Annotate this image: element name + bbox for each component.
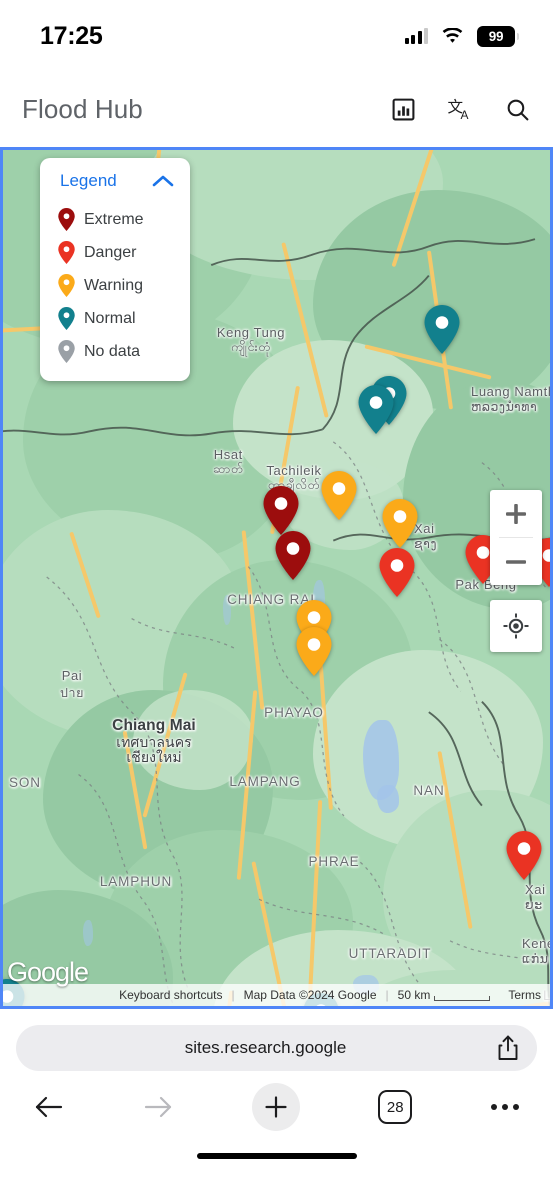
pin-icon: [424, 305, 460, 354]
scale-line: [434, 995, 491, 1001]
map-marker-warning[interactable]: [382, 499, 418, 548]
map-marker-warning[interactable]: [296, 627, 332, 676]
pin-icon: [58, 208, 75, 231]
legend-label: Danger: [84, 243, 137, 261]
terms-link[interactable]: Terms: [499, 988, 550, 1002]
legend-panel[interactable]: Legend Extreme Danger Warning Normal No …: [40, 158, 190, 381]
map-marker-normal[interactable]: [358, 385, 394, 434]
new-tab-circle: [251, 1083, 300, 1131]
keyboard-shortcuts-link[interactable]: Keyboard shortcuts: [110, 988, 231, 1002]
legend-label: Extreme: [84, 210, 144, 228]
pin-icon: [58, 274, 75, 297]
map-marker-warning[interactable]: [321, 471, 357, 520]
chevron-up-icon[interactable]: [152, 174, 174, 188]
share-icon[interactable]: [497, 1035, 519, 1061]
home-indicator: [196, 1153, 357, 1159]
plus-icon: [506, 503, 526, 524]
pin-icon: [506, 831, 542, 880]
legend-label: Warning: [84, 276, 143, 294]
more-button[interactable]: [491, 1104, 519, 1110]
forward-button[interactable]: [143, 1094, 173, 1120]
minus-icon: [506, 559, 526, 564]
pin-icon: [382, 499, 418, 548]
legend-item-extreme[interactable]: Extreme: [40, 203, 190, 236]
google-logo: Google: [7, 957, 89, 987]
pin-icon: [58, 241, 75, 264]
map-marker-extreme[interactable]: [275, 531, 311, 580]
signal-bars-icon: [404, 28, 428, 44]
legend-title: Legend: [60, 171, 117, 190]
legend-item-danger[interactable]: Danger: [40, 236, 190, 269]
wifi-icon: [442, 27, 463, 43]
tabs-button[interactable]: 28: [378, 1090, 413, 1124]
legend-item-normal[interactable]: Normal: [40, 302, 190, 335]
url-bar[interactable]: sites.research.google: [16, 1025, 537, 1071]
my-location-icon: [503, 613, 529, 639]
map-marker-normal[interactable]: [424, 305, 460, 354]
header-actions: 文 A: [390, 96, 531, 123]
zoom-out-button[interactable]: [490, 538, 542, 585]
back-arrow-icon: [35, 1096, 63, 1118]
legend-item-no-data[interactable]: No data: [40, 335, 190, 368]
status-indicators: 99: [404, 25, 519, 47]
pin-icon: [58, 307, 75, 330]
map-scale: 50 km: [389, 988, 500, 1002]
pin-icon: [58, 340, 75, 363]
translate-icon[interactable]: 文 A: [447, 96, 474, 123]
legend-item-warning[interactable]: Warning: [40, 269, 190, 302]
zoom-in-button[interactable]: [490, 490, 542, 537]
tab-count: 28: [378, 1090, 413, 1124]
scale-label: 50 km: [397, 988, 431, 1002]
pin-icon: [263, 486, 299, 535]
url-text[interactable]: sites.research.google: [34, 1038, 497, 1058]
new-tab-button[interactable]: [251, 1083, 300, 1131]
pin-icon: [321, 471, 357, 520]
legend-label: No data: [84, 342, 141, 360]
page-title: Flood Hub: [22, 94, 143, 124]
legend-label: Normal: [84, 309, 136, 327]
status-time: 17:25: [40, 21, 103, 50]
map-data-text: Map Data ©2024 Google: [243, 988, 377, 1002]
map-canvas[interactable]: Keng Tungကျိုင်းတုံ Luang Namthaຫລວງນຳທາ…: [3, 150, 550, 1006]
map-marker-danger[interactable]: [379, 548, 415, 597]
pin-icon: [275, 531, 311, 580]
map-marker-extreme[interactable]: [263, 486, 299, 535]
plus-icon: [264, 1096, 287, 1118]
legend-header[interactable]: Legend: [40, 171, 190, 191]
battery-icon: 99: [477, 25, 519, 47]
browser-bar: sites.research.google 28: [0, 1025, 553, 1159]
status-bar: 17:25 99: [0, 0, 553, 72]
pin-icon: [358, 385, 394, 434]
chart-icon[interactable]: [390, 96, 417, 123]
pin-icon: [296, 627, 332, 676]
map-container[interactable]: Keng Tungကျိုင်းတုံ Luang Namthaຫລວງນຳທາ…: [0, 147, 553, 1009]
forward-arrow-icon: [144, 1096, 171, 1118]
app-header: Flood Hub 文 A: [0, 72, 553, 147]
browser-nav: 28: [0, 1071, 553, 1143]
search-icon[interactable]: [504, 96, 531, 123]
zoom-controls[interactable]: [490, 490, 542, 585]
more-dots-icon: [491, 1104, 519, 1110]
pin-icon: [379, 548, 415, 597]
map-marker-danger[interactable]: [506, 831, 542, 880]
locate-button[interactable]: [490, 600, 542, 652]
back-button[interactable]: [34, 1094, 64, 1120]
svg-text:A: A: [461, 108, 469, 122]
